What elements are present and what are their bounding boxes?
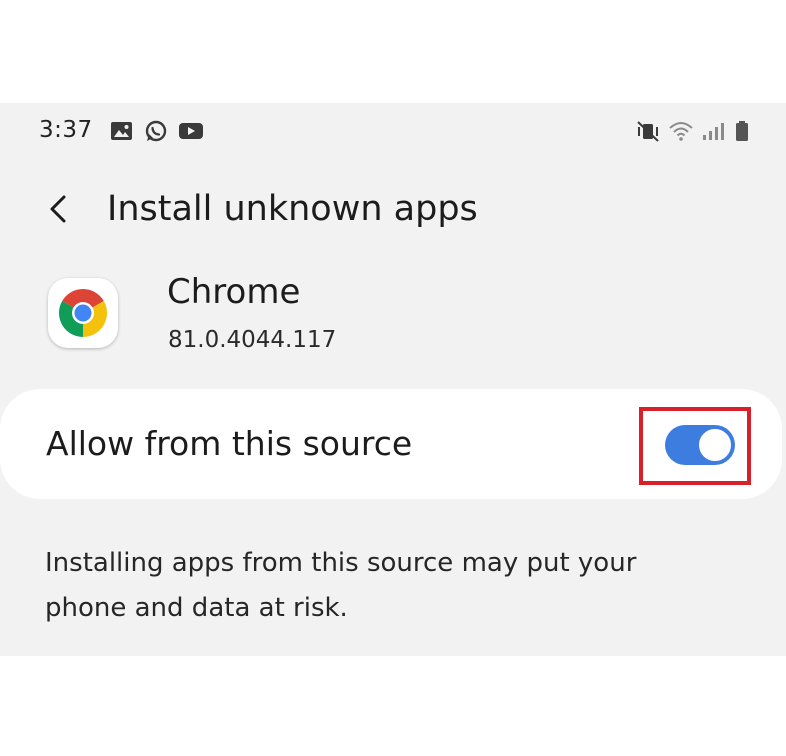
settings-screen: 3:37 Install unknown apps Chrome 81.0.40…: [0, 103, 786, 656]
warning-text: Installing apps from this source may put…: [45, 548, 637, 623]
toggle-knob: [696, 426, 734, 464]
page-title: Install unknown apps: [107, 189, 478, 229]
app-icon: [48, 278, 118, 348]
youtube-icon: [178, 120, 203, 142]
wifi-icon: [668, 120, 693, 142]
whatsapp-icon: [144, 120, 168, 142]
status-time: 3:37: [39, 117, 93, 143]
status-left-icons: [110, 120, 203, 142]
battery-icon: [734, 120, 750, 142]
status-right-icons: [635, 120, 750, 142]
chrome-icon: [58, 288, 108, 337]
mute-vibrate-icon: [635, 120, 659, 142]
gallery-icon: [110, 120, 134, 142]
signal-icon: [701, 120, 725, 142]
allow-source-label: Allow from this source: [46, 424, 413, 463]
app-name: Chrome: [167, 272, 301, 312]
allow-source-toggle[interactable]: [665, 425, 735, 465]
back-chevron-icon: [50, 195, 66, 223]
back-button[interactable]: [42, 191, 78, 227]
allow-source-setting[interactable]: Allow from this source: [0, 389, 782, 499]
app-version: 81.0.4044.117: [168, 327, 337, 353]
